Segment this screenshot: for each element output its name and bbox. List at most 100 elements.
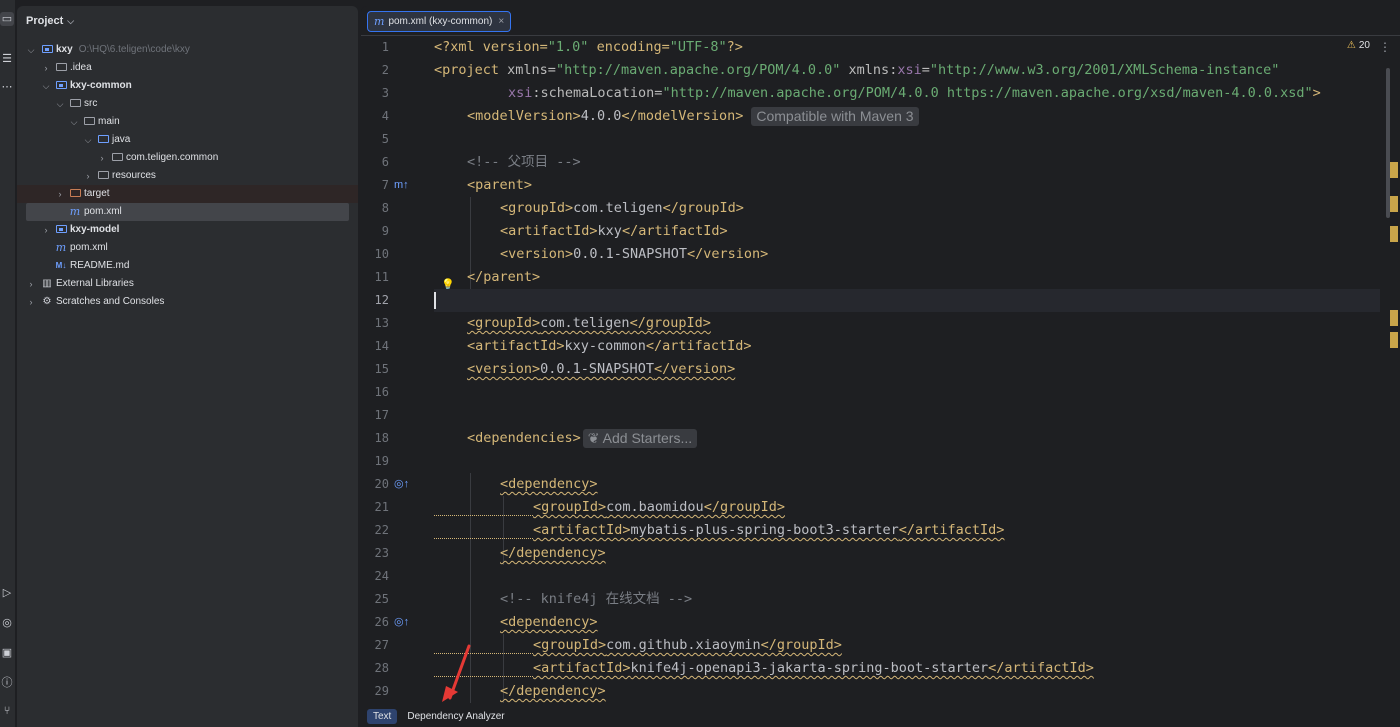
chevron-down-icon[interactable]: ⌵: [69, 113, 79, 131]
editor-pane: m pom.xml (kxy-common) × ⚠ 20 ⋮ 1 2 3 4 …: [361, 6, 1400, 727]
tree-item-kxy-common[interactable]: ⌵ kxy-common: [17, 77, 358, 95]
tree-item-label: pom.xml: [84, 206, 122, 217]
line-number: 6: [381, 155, 389, 169]
chevron-right-icon[interactable]: ›: [26, 275, 36, 293]
tree-item-resources[interactable]: › resources: [17, 167, 358, 185]
tree-item-external-libraries[interactable]: › ▥ External Libraries: [17, 275, 358, 293]
tree-item-java[interactable]: ⌵ java: [17, 131, 358, 149]
dependency-upgrade-icon[interactable]: ◎↑: [394, 611, 409, 634]
editor-tab-bar: m pom.xml (kxy-common) ×: [361, 6, 1400, 36]
services-icon[interactable]: ◎: [0, 616, 14, 630]
code-line-current: [434, 289, 1380, 312]
source-folder-icon: [97, 131, 109, 149]
code-line: <dependency>: [500, 476, 598, 492]
line-number: 26: [374, 615, 389, 629]
line-number: 25: [374, 592, 389, 606]
structure-icon[interactable]: ☰: [0, 52, 14, 66]
code-line: <groupId>com.baomidou</groupId>: [533, 499, 785, 515]
tree-item-scratches[interactable]: › ⚙ Scratches and Consoles: [17, 293, 358, 311]
line-number: 7: [381, 178, 389, 192]
tab-dependency-analyzer[interactable]: Dependency Analyzer: [401, 709, 510, 724]
add-starters-button[interactable]: ❦ Add Starters...: [582, 428, 698, 448]
tab-text[interactable]: Text: [367, 708, 398, 724]
tab-pom-xml[interactable]: m pom.xml (kxy-common) ×: [367, 11, 512, 32]
code-line: <modelVersion>4.0.0</modelVersion> Compat…: [434, 105, 1380, 128]
chevron-down-icon[interactable]: ⌵: [67, 16, 74, 27]
line-number: 17: [374, 408, 389, 422]
tree-item-src[interactable]: ⌵ src: [17, 95, 358, 113]
line-number: 4: [381, 109, 389, 123]
tree-item-target[interactable]: › target: [17, 185, 358, 203]
chevron-down-icon[interactable]: ⌵: [26, 41, 36, 59]
maven-parent-icon[interactable]: m↑: [394, 174, 409, 197]
tree-item-package[interactable]: › com.teligen.common: [17, 149, 358, 167]
more-icon[interactable]: ⋯: [0, 80, 14, 94]
chevron-right-icon[interactable]: ›: [41, 221, 51, 239]
annotation-arrow: [442, 644, 471, 702]
run-icon[interactable]: ▷: [0, 586, 14, 600]
project-tree: ⌵ kxy O:\HQ\6.teligen\code\kxy › .idea ⌵ …: [17, 41, 358, 311]
tree-item-main[interactable]: ⌵ main: [17, 113, 358, 131]
line-number: 1: [381, 40, 389, 54]
editor-scrollbar[interactable]: [1382, 58, 1400, 727]
code-line: <groupId>com.teligen</groupId>: [467, 315, 711, 331]
markdown-icon: M↓: [55, 261, 67, 270]
line-number: 12: [374, 293, 389, 307]
chevron-down-icon[interactable]: ⌵: [83, 131, 93, 149]
code-line: <groupId>com.github.xiaoymin</groupId>: [533, 637, 842, 653]
line-number: 8: [381, 201, 389, 215]
tree-item-kxy[interactable]: ⌵ kxy O:\HQ\6.teligen\code\kxy: [17, 41, 358, 59]
git-icon[interactable]: ⑂: [0, 704, 14, 718]
chevron-right-icon[interactable]: ›: [83, 167, 93, 185]
more-vertical-icon[interactable]: ⋮: [1379, 40, 1391, 54]
chevron-down-icon[interactable]: ⌵: [55, 95, 65, 113]
code-line: <artifactId>mybatis-plus-spring-boot3-st…: [533, 522, 1005, 538]
module-folder-icon: [55, 221, 67, 239]
line-number: 10: [374, 247, 389, 261]
project-path: O:\HQ\6.teligen\code\kxy: [78, 44, 190, 55]
tree-item-idea[interactable]: › .idea: [17, 59, 358, 77]
chevron-right-icon[interactable]: ›: [26, 293, 36, 311]
line-number: 13: [374, 316, 389, 330]
tree-item-root-pom[interactable]: m pom.xml: [17, 239, 358, 257]
maven-icon: m: [55, 241, 67, 254]
module-folder-icon: [41, 41, 53, 59]
spring-icon: ❦: [587, 429, 603, 446]
chevron-right-icon[interactable]: ›: [41, 59, 51, 77]
chevron-down-icon[interactable]: ⌵: [41, 77, 51, 95]
close-icon[interactable]: ×: [498, 16, 504, 27]
terminal-icon[interactable]: ▣: [0, 646, 14, 660]
scratches-icon: ⚙: [42, 296, 52, 307]
tree-item-label: pom.xml: [70, 242, 108, 253]
tree-item-label: src: [84, 98, 98, 109]
chevron-right-icon[interactable]: ›: [97, 149, 107, 167]
project-folder-icon[interactable]: ▭: [0, 12, 14, 26]
line-number: 28: [374, 661, 389, 675]
project-header[interactable]: Project ⌵: [17, 6, 358, 36]
resources-folder-icon: [97, 167, 109, 185]
tree-item-label: Scratches and Consoles: [56, 296, 165, 307]
line-number: 2: [381, 63, 389, 77]
maven-icon: m: [374, 15, 385, 28]
maven-compat-hint[interactable]: Compatible with Maven 3: [751, 106, 919, 126]
code-line: <parent>: [467, 177, 533, 193]
dependency-upgrade-icon[interactable]: ◎↑: [394, 473, 409, 496]
folder-icon: [55, 59, 67, 77]
tree-item-label: main: [98, 116, 120, 127]
line-number: 16: [374, 385, 389, 399]
tree-item-readme[interactable]: M↓ README.md: [17, 257, 358, 275]
code-line: <groupId>com.teligen</groupId>: [500, 200, 744, 216]
tree-item-label: com.teligen.common: [126, 152, 219, 163]
tree-item-kxy-model[interactable]: › kxy-model: [17, 221, 358, 239]
problems-icon[interactable]: ⓘ: [0, 676, 14, 690]
package-icon: [111, 149, 123, 167]
tree-item-label: README.md: [70, 260, 130, 271]
code-line: </dependency>: [500, 545, 606, 561]
chevron-right-icon[interactable]: ›: [55, 185, 65, 203]
tool-window-strip: ▭ ☰ ⋯ ▷ ◎ ▣ ⓘ ⑂: [0, 0, 16, 727]
code-line: <artifactId>knife4j-openapi3-jakarta-spr…: [533, 660, 1094, 676]
module-folder-icon: [55, 77, 67, 95]
tree-item-pom-selected[interactable]: m pom.xml: [26, 203, 349, 221]
tree-item-label: target: [84, 188, 110, 199]
line-number: 15: [374, 362, 389, 376]
